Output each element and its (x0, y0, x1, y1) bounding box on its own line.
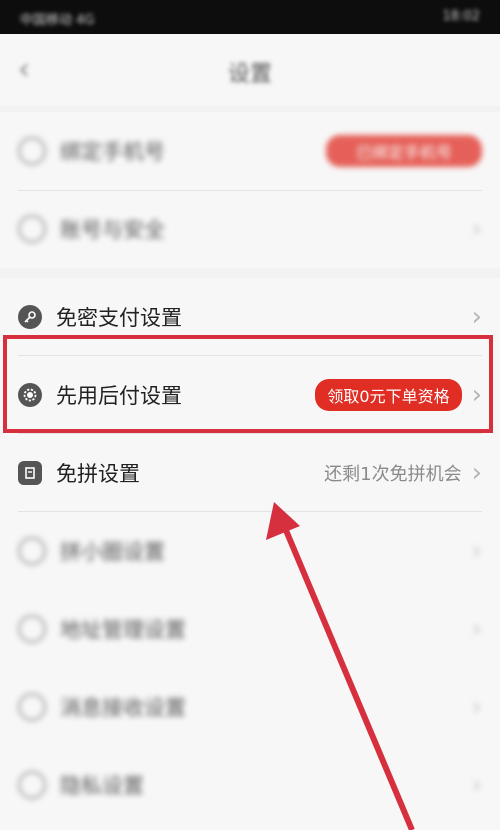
location-icon (18, 615, 46, 643)
row-label: 拼小圈设置 (60, 540, 165, 564)
promo-badge[interactable]: 领取0元下单资格 (315, 379, 462, 411)
nav-bar: ‹ 设置 (0, 34, 500, 106)
chevron-right-icon: › (471, 380, 482, 410)
settings-row-account-security[interactable]: 账号与安全 › (0, 190, 500, 268)
chevron-right-icon: › (471, 458, 482, 488)
row-label: 地址管理设置 (60, 618, 186, 642)
chevron-right-icon: › (471, 614, 482, 644)
phone-icon (18, 137, 46, 165)
settings-row-pay-later[interactable]: 先用后付设置 领取0元下单资格 › (0, 356, 500, 434)
chevron-right-icon: › (471, 214, 482, 244)
settings-row-address[interactable]: 地址管理设置 › (0, 590, 500, 668)
row-label: 免密支付设置 (56, 306, 182, 330)
bell-icon (18, 693, 46, 721)
group-free-hint: 还剩1次免拼机会 (324, 464, 462, 485)
page-title: 设置 (227, 62, 272, 87)
row-label: 先用后付设置 (56, 384, 182, 408)
row-label: 免拼设置 (56, 462, 140, 486)
gear-icon (18, 383, 42, 407)
key-icon (18, 305, 42, 329)
settings-row-messages[interactable]: 消息接收设置 › (0, 668, 500, 746)
status-badge: 已绑定手机号 (325, 135, 482, 167)
settings-row-phone[interactable]: 绑定手机号 已绑定手机号 (0, 112, 500, 190)
chevron-right-icon: › (471, 536, 482, 566)
account-section: 绑定手机号 已绑定手机号 账号与安全 › (0, 112, 500, 268)
row-label: 消息接收设置 (60, 696, 186, 720)
settings-section: 免密支付设置 › 先用后付设置 领取0元下单资格 › 免拼设置 还剩1次免拼机会… (0, 278, 500, 830)
row-label: 绑定手机号 (60, 140, 165, 164)
row-label: 隐私设置 (60, 774, 144, 798)
settings-row-social[interactable]: 拼小圈设置 › (0, 512, 500, 590)
lock-icon (18, 771, 46, 799)
settings-row-group-free[interactable]: 免拼设置 还剩1次免拼机会 › (0, 434, 500, 512)
chevron-right-icon: › (471, 770, 482, 800)
status-bar: 中国移动 4G 18:02 (0, 0, 500, 34)
status-carrier: 中国移动 4G (20, 13, 95, 28)
chevron-right-icon: › (471, 302, 482, 332)
circle-icon (18, 537, 46, 565)
document-icon (18, 461, 42, 485)
status-time: 18:02 (442, 9, 480, 24)
chevron-right-icon: › (471, 692, 482, 722)
shield-icon (18, 215, 46, 243)
settings-row-password-free-pay[interactable]: 免密支付设置 › (0, 278, 500, 356)
row-label: 账号与安全 (60, 218, 165, 242)
settings-row-privacy[interactable]: 隐私设置 › (0, 746, 500, 824)
